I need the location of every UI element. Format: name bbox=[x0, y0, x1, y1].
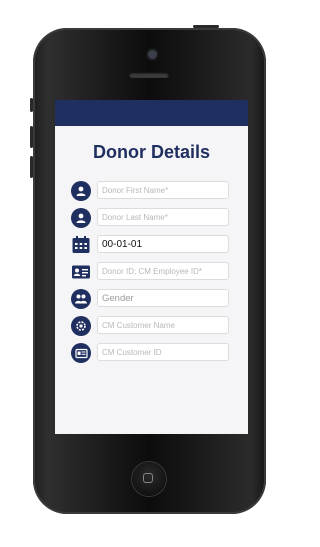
person-icon bbox=[71, 181, 91, 201]
earpiece-speaker bbox=[129, 72, 169, 78]
customer-id-row: CM Customer ID bbox=[71, 343, 231, 363]
volume-down-button bbox=[30, 156, 33, 178]
last-name-input[interactable]: Donor Last Name* bbox=[97, 208, 229, 226]
first-name-input[interactable]: Donor First Name* bbox=[97, 181, 229, 199]
date-row: 00-01-01 bbox=[71, 235, 231, 255]
page-title: Donor Details bbox=[92, 142, 211, 162]
header-bar bbox=[55, 100, 248, 126]
last-name-row: Donor Last Name* bbox=[71, 208, 231, 228]
power-button bbox=[193, 25, 219, 28]
front-camera bbox=[148, 50, 157, 59]
group-icon bbox=[71, 289, 91, 309]
calendar-icon bbox=[71, 235, 91, 255]
gender-row: Gender bbox=[71, 289, 231, 309]
id-badge-icon bbox=[71, 343, 91, 363]
first-name-row: Donor First Name* bbox=[71, 181, 231, 201]
customer-id-input[interactable]: CM Customer ID bbox=[97, 343, 229, 361]
mute-switch bbox=[30, 98, 33, 112]
person-icon bbox=[71, 208, 91, 228]
donor-id-row: Donor ID; CM Employee ID* bbox=[71, 262, 231, 282]
phone-frame: Donor Details Donor First Name* Donor La… bbox=[30, 25, 266, 514]
home-square-icon bbox=[143, 473, 153, 483]
volume-up-button bbox=[30, 126, 33, 148]
date-input[interactable]: 00-01-01 bbox=[97, 235, 229, 253]
customer-name-row: CM Customer Name bbox=[71, 316, 231, 336]
gender-select[interactable]: Gender bbox=[97, 289, 229, 307]
donor-id-input[interactable]: Donor ID; CM Employee ID* bbox=[97, 262, 229, 280]
gear-icon bbox=[71, 316, 91, 336]
app-screen: Donor Details Donor First Name* Donor La… bbox=[55, 100, 248, 434]
customer-name-input[interactable]: CM Customer Name bbox=[97, 316, 229, 334]
home-button[interactable] bbox=[132, 462, 166, 496]
id-card-icon bbox=[71, 262, 91, 282]
